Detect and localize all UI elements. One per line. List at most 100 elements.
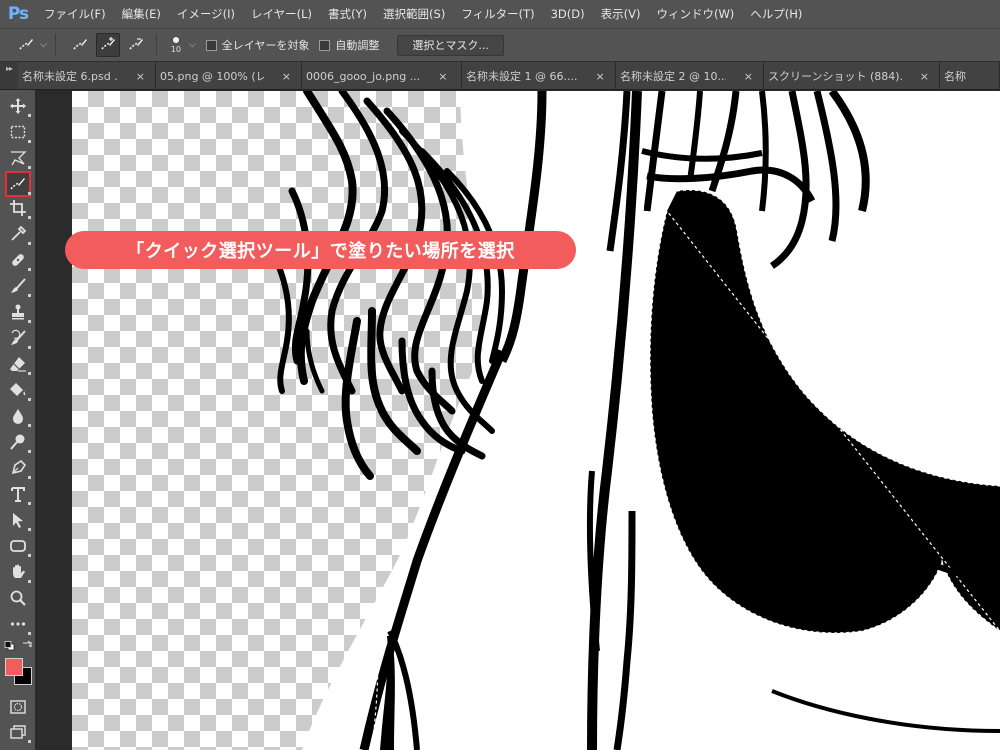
quick-mask-button[interactable] [6,695,30,719]
zoom-tool[interactable] [6,586,30,610]
select-and-mask-button[interactable]: 選択とマスク... [397,34,504,56]
auto-enhance-checkbox[interactable]: 自動調整 [319,37,379,53]
quick-selection-tool[interactable] [5,171,31,197]
instruction-callout: 「クイック選択ツール」で塗りたい場所を選択 [65,231,576,269]
new-selection-button[interactable] [68,33,92,57]
brush-size-picker[interactable]: 10 [165,30,187,60]
foreground-color-swatch[interactable] [5,658,23,676]
document-tab[interactable]: 05.png @ 100% (レ... × [156,62,302,89]
type-icon [11,487,25,502]
checkbox-box[interactable] [319,39,331,51]
hand-icon [13,564,25,578]
canvas-area[interactable] [36,91,1000,750]
lasso-icon [11,151,27,166]
quick-selection-icon [19,39,33,50]
close-icon[interactable]: × [136,70,145,83]
clone-stamp-tool[interactable] [6,300,31,324]
document-tab[interactable]: 名称未設定 6.psd ... × [18,62,156,89]
swap-colors-icon[interactable] [21,639,33,651]
chevron-down-icon[interactable]: ⌵ [189,40,196,50]
menu-filter[interactable]: フィルター(T) [453,0,542,28]
paint-bucket-tool[interactable] [6,378,31,402]
document-tab[interactable]: 名称未設定 2 @ 10... × [616,62,764,89]
close-icon[interactable]: × [282,70,291,83]
paint-bucket-icon [10,383,26,396]
separator [54,34,56,56]
quick-mask-icon [10,700,26,714]
close-icon[interactable]: × [744,70,753,83]
default-colors-icon[interactable] [4,641,16,651]
more-tools-button[interactable] [6,612,31,636]
document-tab[interactable]: スクリーンショット (884).png × [764,62,940,89]
new-selection-icon [73,39,87,50]
eyedropper-icon [11,225,27,241]
document-canvas[interactable] [72,91,1000,750]
photoshop-logo: Ps [7,4,29,24]
brush-tool[interactable] [6,274,31,298]
add-selection-icon [101,37,115,50]
document-tab[interactable]: 0006_gooo_jo.png ... × [302,62,462,89]
checkbox-box[interactable] [205,39,217,51]
document-tab[interactable]: 名称 [940,62,1000,89]
options-bar: ⌵ 10 ⌵ 全レイヤーを対象 自動調整 選択とマスク... [0,28,1000,62]
menu-window[interactable]: ウィンドウ(W) [648,0,742,28]
menu-bar: Ps ファイル(F) 編集(E) イメージ(I) レイヤー(L) 書式(Y) 選… [0,0,1000,28]
eyedropper-tool[interactable] [6,222,31,246]
zoom-icon [10,590,26,606]
history-brush-icon [11,329,26,345]
move-icon [10,98,26,114]
rectangle-icon [10,540,26,552]
menu-layer[interactable]: レイヤー(L) [243,0,320,28]
menu-type[interactable]: 書式(Y) [320,0,375,28]
pen-icon [11,459,27,475]
menu-view[interactable]: 表示(V) [593,0,649,28]
lasso-tool[interactable] [6,146,31,170]
hand-tool[interactable] [6,560,31,584]
marquee-tool[interactable] [6,120,31,144]
blur-icon [13,409,23,424]
chevron-down-icon[interactable]: ⌵ [40,40,47,50]
subtract-selection-icon [129,38,143,50]
tool-preset-picker[interactable] [14,33,38,57]
crop-tool[interactable] [6,196,31,220]
healing-brush-icon [12,254,24,266]
move-tool[interactable] [6,94,31,118]
brush-tip-icon [172,36,179,43]
path-selection-icon [13,513,23,528]
eraser-tool[interactable] [6,352,31,376]
blur-tool[interactable] [6,404,31,428]
eraser-icon [10,357,26,372]
line-art-illustration [269,91,1000,750]
separator [155,34,157,56]
path-selection-tool[interactable] [6,508,31,532]
add-to-selection-button[interactable] [95,33,120,57]
menu-select[interactable]: 選択範囲(S) [375,0,453,28]
close-icon[interactable]: × [595,70,604,83]
close-icon[interactable]: × [920,70,929,83]
type-tool[interactable] [6,482,31,506]
auto-enhance-label: 自動調整 [335,39,380,52]
sample-all-layers-checkbox[interactable]: 全レイヤーを対象 [205,37,310,53]
menu-file[interactable]: ファイル(F) [36,0,114,28]
pen-tool[interactable] [6,456,31,480]
menu-edit[interactable]: 編集(E) [114,0,169,28]
menu-help[interactable]: ヘルプ(H) [742,0,810,28]
subtract-selection-button[interactable] [124,33,148,57]
rectangle-tool[interactable] [6,534,31,558]
document-tab[interactable]: 名称未設定 1 @ 66.... × [462,62,616,89]
sample-all-layers-label: 全レイヤーを対象 [221,39,310,52]
healing-brush-tool[interactable] [6,248,31,272]
more-tools-icon [10,622,26,626]
close-icon[interactable]: × [438,70,447,83]
dodge-tool[interactable] [6,430,31,454]
history-brush-tool[interactable] [6,326,31,350]
tools-panel [0,90,36,750]
crop-icon [10,200,26,216]
menu-3d[interactable]: 3D(D) [543,0,593,28]
clone-stamp-icon [12,304,24,320]
brush-icon [11,278,26,293]
menu-image[interactable]: イメージ(I) [169,0,243,28]
screen-mode-button[interactable] [6,720,31,744]
collapse-panel-icon[interactable]: ▸▸ [0,62,18,89]
document-tabs: ▸▸ 名称未設定 6.psd ... × 05.png @ 100% (レ...… [0,62,1000,90]
